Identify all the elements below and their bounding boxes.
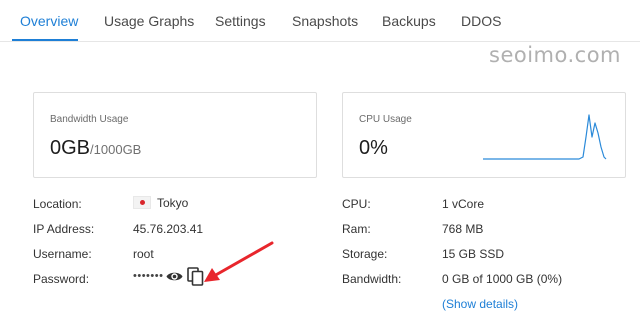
red-arrow-annotation <box>204 241 274 282</box>
username-value: root <box>133 247 154 261</box>
cpu-card-title: CPU Usage <box>359 114 412 125</box>
bandwidth-label: Bandwidth: <box>342 272 402 286</box>
location-text: Tokyo <box>157 196 189 210</box>
storage-label: Storage: <box>342 247 388 261</box>
storage-value: 15 GB SSD <box>442 247 505 261</box>
username-label: Username: <box>33 247 92 261</box>
bandwidth-usage-card: Bandwidth Usage 0GB/1000GB <box>33 92 317 178</box>
tab-overview[interactable]: Overview <box>20 13 78 29</box>
cpu-usage-card: CPU Usage 0% <box>342 92 626 178</box>
cpu-label: CPU: <box>342 197 371 211</box>
watermark: seoimo.com <box>489 43 622 67</box>
eye-icon[interactable] <box>166 270 183 283</box>
bandwidth-card-value: 0GB/1000GB <box>50 137 141 160</box>
password-masked-value: ••••••• <box>133 270 164 282</box>
ram-label: Ram: <box>342 222 371 236</box>
cpu-value: 1 vCore <box>442 197 485 211</box>
tab-snapshots[interactable]: Snapshots <box>292 13 358 29</box>
cpu-card-value: 0% <box>359 137 388 159</box>
location-label: Location: <box>33 197 82 211</box>
ip-address-label: IP Address: <box>33 222 95 236</box>
tab-bar: Overview Usage Graphs Settings Snapshots… <box>0 0 640 42</box>
bandwidth-used: 0GB <box>50 137 91 159</box>
tab-settings[interactable]: Settings <box>215 13 266 29</box>
ram-value: 768 MB <box>442 222 484 236</box>
cpu-sparkline <box>483 114 607 160</box>
password-label: Password: <box>33 272 90 286</box>
location-value: Tokyo <box>133 196 188 210</box>
show-details-link[interactable]: (Show details) <box>442 297 518 311</box>
tab-usage-graphs[interactable]: Usage Graphs <box>104 13 194 29</box>
bandwidth-card-title: Bandwidth Usage <box>50 114 129 125</box>
ip-address-value: 45.76.203.41 <box>133 222 204 236</box>
tab-ddos[interactable]: DDOS <box>461 13 501 29</box>
japan-flag-icon <box>133 196 151 209</box>
bandwidth-total: /1000GB <box>90 142 142 157</box>
bandwidth-value: 0 GB of 1000 GB (0%) <box>442 272 563 286</box>
active-tab-indicator <box>12 39 78 41</box>
tab-backups[interactable]: Backups <box>382 13 436 29</box>
